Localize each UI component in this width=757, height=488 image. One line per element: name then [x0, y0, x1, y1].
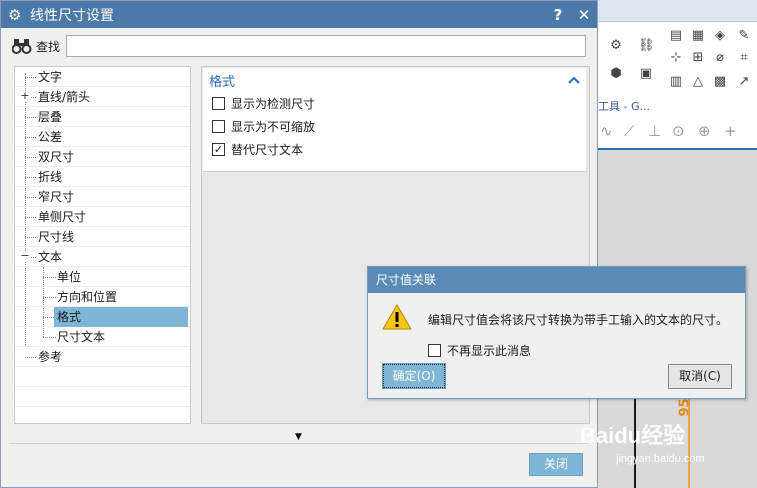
dialog-titlebar[interactable]: ⚙ 线性尺寸设置 ? ✕	[1, 1, 597, 28]
tree-item-dual-dimension[interactable]: 双尺寸	[15, 147, 190, 167]
toolbar-edit-icon[interactable]: ✎	[736, 28, 752, 44]
tree-item-reference[interactable]: 参考	[15, 347, 190, 367]
tree-item-jog[interactable]: 折线	[15, 167, 190, 187]
expand-icon[interactable]: +	[20, 90, 30, 101]
close-icon[interactable]: ✕	[571, 6, 597, 24]
toolbar-spreadsheet-icon[interactable]: ▩	[712, 74, 728, 90]
toolbar-cube-icon[interactable]: ⬢	[608, 66, 624, 82]
option-label: 显示为检测尺寸	[231, 97, 316, 111]
tree-item-units[interactable]: 单位	[15, 267, 190, 287]
toolbar-tol-icon[interactable]: ⌀	[712, 50, 728, 66]
toolbar-table-icon[interactable]: ▥	[668, 74, 684, 90]
toolbar-group-label[interactable]: 工具 - G...	[598, 98, 650, 114]
warning-icon	[382, 303, 412, 331]
checkbox-show-non-scalable[interactable]	[212, 120, 225, 133]
close-button[interactable]: 关闭	[529, 453, 583, 476]
message-title[interactable]: 尺寸值关联	[368, 267, 745, 293]
search-row: 查找	[11, 35, 591, 57]
tree-item-orientation[interactable]: 方向和位置	[15, 287, 190, 307]
tree-item-narrow[interactable]: 窄尺寸	[15, 187, 190, 207]
background-app-window: ⚙ ⛓ ▤ ▦ ◈ ✎ ⬢ ▣ ⊹ ⊞ ⌀ ⌗ ▥ △ ▩ ↗ 工具 - G..…	[598, 0, 757, 488]
tree-item-text[interactable]: 文字	[15, 67, 190, 87]
circle-point-icon[interactable]: ⊙	[672, 122, 685, 140]
cancel-button[interactable]: 取消(C)	[668, 364, 732, 389]
toolbar-stack-icon[interactable]: ▦	[690, 28, 706, 44]
format-group: 格式 显示为检测尺寸 显示为不可缩放 ✓ 替代尺寸文本	[203, 68, 586, 172]
background-top-strip	[598, 0, 757, 22]
tree-item-tolerance[interactable]: 公差	[15, 127, 190, 147]
toolbar-layer-icon[interactable]: ▤	[668, 28, 684, 44]
option-label: 替代尺寸文本	[231, 143, 304, 157]
dimension-value: 95	[677, 398, 693, 417]
tree-item-line-arrow[interactable]: + 直线/箭头	[15, 87, 190, 107]
search-label: 查找	[36, 39, 61, 54]
baidu-watermark: Baidu经验 jingyan.baidu.com	[580, 418, 730, 478]
spline-icon[interactable]: ⟋	[624, 122, 635, 140]
tree-item-dimension-line[interactable]: 尺寸线	[15, 227, 190, 247]
format-group-header[interactable]: 格式	[203, 68, 586, 92]
help-button[interactable]: ?	[545, 6, 571, 24]
watermark-url: jingyan.baidu.com	[616, 453, 705, 465]
toolbar-triangle-icon[interactable]: △	[690, 74, 706, 90]
dont-show-again-label: 不再显示此消息	[447, 344, 532, 358]
collapse-node-icon[interactable]: −	[20, 250, 30, 261]
snap-toolbar: ∿ ⟋ ⊥ ⊙ ⊕ +	[598, 118, 757, 146]
normal-icon[interactable]: ⊥	[648, 122, 661, 140]
tree-empty-row	[15, 387, 190, 407]
tree-item-stack[interactable]: 层叠	[15, 107, 190, 127]
binoculars-icon	[11, 35, 33, 57]
tree-item-single-sided[interactable]: 单侧尺寸	[15, 207, 190, 227]
toolbar-window-icon[interactable]: ▣	[638, 66, 654, 82]
more-options-arrow-icon[interactable]: ▼	[295, 432, 302, 442]
category-tree: 文字 + 直线/箭头 层叠 公差 双尺寸 折线 窄尺寸 单侧尺寸 尺寸线 − 文本 …	[14, 66, 191, 424]
linear-dimension-settings-dialog: ⚙ 线性尺寸设置 ? ✕ 查找 文字 + 直线/箭头 层叠 公差 双尺寸 折线 窄…	[0, 0, 598, 488]
center-icon[interactable]: ⊕	[698, 122, 711, 140]
option-override-text[interactable]: ✓ 替代尺寸文本	[203, 138, 586, 161]
checkbox-show-inspection[interactable]	[212, 97, 225, 110]
option-show-inspection[interactable]: 显示为检测尺寸	[203, 92, 586, 115]
search-input[interactable]	[66, 35, 587, 57]
dialog-title: 线性尺寸设置	[30, 7, 114, 24]
toolbar-grid-icon[interactable]: ⌗	[736, 50, 752, 66]
toolbar-link-icon[interactable]: ⛓	[638, 38, 655, 54]
watermark-text: Baidu经验	[580, 423, 686, 448]
gear-icon: ⚙	[8, 5, 22, 24]
tree-item-format[interactable]: 格式	[15, 307, 190, 327]
checkbox-override-text[interactable]: ✓	[212, 143, 225, 156]
tree-item-dimension-text[interactable]: 尺寸文本	[15, 327, 190, 347]
option-label: 显示为不可缩放	[231, 120, 316, 134]
option-show-non-scalable[interactable]: 显示为不可缩放	[203, 115, 586, 138]
curve-icon[interactable]: ∿	[600, 122, 613, 140]
format-group-title: 格式	[209, 74, 236, 90]
footer-separator	[9, 443, 589, 444]
ok-button[interactable]: 确定(O)	[382, 363, 446, 389]
tree-item-text-node[interactable]: − 文本	[15, 247, 190, 267]
message-text: 编辑尺寸值会将该尺寸转换为带手工输入的文本的尺寸。	[428, 313, 729, 327]
toolbar-annotate-icon[interactable]: ↗	[736, 74, 752, 90]
plus-icon[interactable]: +	[724, 122, 737, 140]
dont-show-again-row[interactable]: 不再显示此消息	[428, 342, 531, 359]
toolbar-view-icon[interactable]: ◈	[712, 28, 728, 44]
dont-show-again-checkbox[interactable]	[428, 344, 441, 357]
dimension-association-message: 尺寸值关联 编辑尺寸值会将该尺寸转换为带手工输入的文本的尺寸。 不再显示此消息 …	[367, 266, 746, 399]
toolbar-gear-icon[interactable]: ⚙	[608, 38, 624, 54]
tree-empty-row	[15, 367, 190, 387]
tree-empty-row	[15, 407, 190, 423]
chevron-up-icon[interactable]	[562, 73, 586, 88]
toolbar-dim-icon[interactable]: ⊹	[668, 50, 684, 66]
toolbar-fit-icon[interactable]: ⊞	[690, 50, 706, 66]
